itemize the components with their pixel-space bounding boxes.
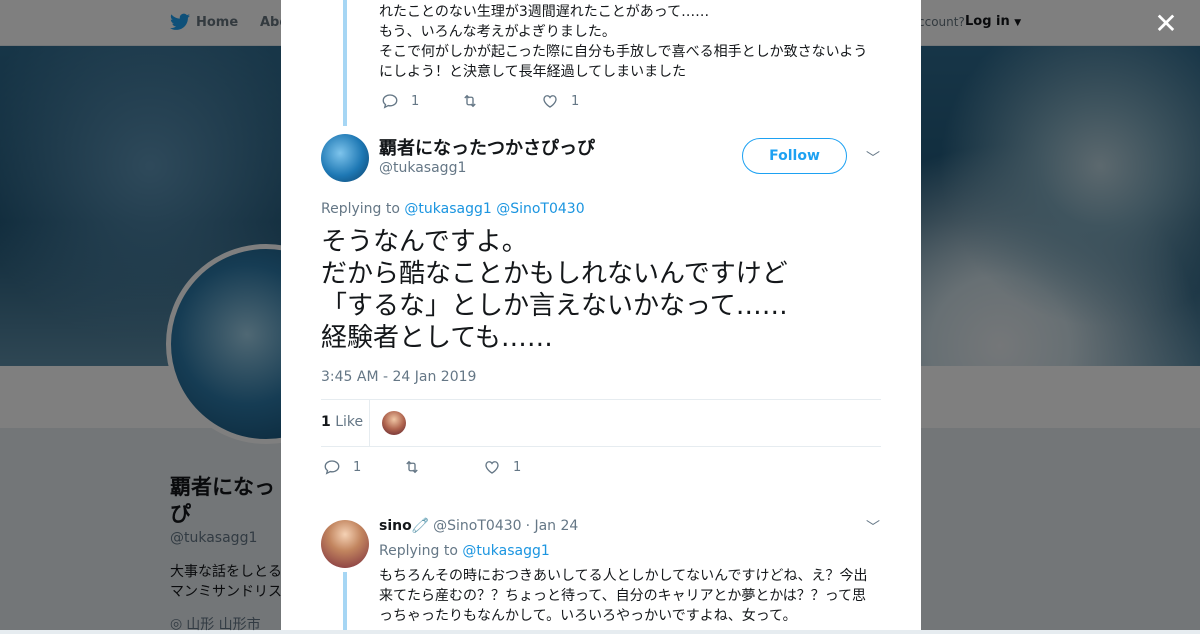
reply-replying-to-label: Replying to bbox=[379, 543, 458, 559]
chevron-down-icon[interactable]: ﹀ bbox=[866, 517, 880, 537]
like-button[interactable]: 1 bbox=[483, 458, 563, 476]
safety-pin-icon: 🧷 bbox=[411, 518, 430, 534]
tweet-author-handle[interactable]: @tukasagg1 bbox=[379, 160, 466, 176]
heart-icon bbox=[485, 461, 499, 474]
thread-line bbox=[343, 572, 347, 630]
replying-to-user[interactable]: @tukasagg1 bbox=[404, 201, 491, 217]
thread-line bbox=[343, 0, 347, 126]
reply-author-avatar[interactable] bbox=[321, 520, 369, 568]
reply-replying-to: Replying to @tukasagg1 bbox=[379, 543, 550, 559]
tweet-modal: れたことのない生理が3週間遅れたことがあって…… もう、いろんな考えがよぎりまし… bbox=[281, 0, 921, 630]
tweet-text: そうなんですよ。 だから酷なことかもしれないんですけど 「するな」としか言えない… bbox=[321, 227, 788, 353]
reply-button[interactable]: 1 bbox=[381, 92, 461, 110]
tweet-author-avatar[interactable] bbox=[321, 134, 369, 182]
reply-count: 1 bbox=[411, 93, 420, 109]
replying-to-user[interactable]: @SinoT0430 bbox=[496, 201, 584, 217]
retweet-icon bbox=[464, 94, 476, 108]
stats-divider bbox=[369, 400, 370, 446]
retweet-button[interactable] bbox=[403, 458, 483, 476]
reply-icon bbox=[324, 460, 340, 475]
tweet-timestamp[interactable]: 3:45 AM - 24 Jan 2019 bbox=[321, 369, 476, 385]
retweet-button[interactable] bbox=[461, 92, 541, 110]
reply-text: もちろんその時におつきあいしてる人としかしてないんですけどね、え？今出来てたら産… bbox=[379, 568, 868, 624]
replying-to-user[interactable]: @tukasagg1 bbox=[462, 543, 549, 559]
replying-to-label: Replying to bbox=[321, 201, 400, 217]
reply-separator bbox=[281, 494, 921, 504]
like-count: 1 bbox=[571, 93, 580, 109]
likes-stat[interactable]: 1 Like bbox=[321, 414, 363, 430]
like-button[interactable]: 1 bbox=[541, 92, 621, 110]
tweet-stats: 1 Like bbox=[321, 399, 881, 447]
tweet-author-name[interactable]: 覇者になったつかさぴっぴ bbox=[379, 134, 595, 160]
reply-author-name-text: sino bbox=[379, 518, 412, 534]
follow-button[interactable]: Follow bbox=[742, 138, 847, 174]
reply-author-handle[interactable]: @SinoT0430 bbox=[433, 518, 521, 534]
reply-count: 1 bbox=[353, 459, 362, 475]
previous-tweet-text: れたことのない生理が3週間遅れたことがあって…… もう、いろんな考えがよぎりまし… bbox=[379, 4, 868, 80]
tweet-actions: 1 1 bbox=[323, 458, 563, 476]
close-icon[interactable]: ✕ bbox=[1152, 10, 1180, 38]
reply-icon bbox=[382, 94, 398, 109]
heart-icon bbox=[543, 95, 557, 108]
reply-author-name[interactable]: sino🧷 bbox=[379, 518, 429, 534]
previous-tweet-actions: 1 1 bbox=[381, 92, 621, 110]
likes-stat-label: Like bbox=[335, 414, 364, 430]
liker-avatar[interactable] bbox=[382, 411, 406, 435]
reply-button[interactable]: 1 bbox=[323, 458, 403, 476]
likes-stat-count: 1 bbox=[321, 414, 331, 430]
replying-to: Replying to @tukasagg1 @SinoT0430 bbox=[321, 201, 585, 217]
chevron-down-icon[interactable]: ﹀ bbox=[866, 148, 880, 168]
reply-header: sino🧷 @SinoT0430 · Jan 24 bbox=[379, 518, 578, 534]
like-count: 1 bbox=[513, 459, 522, 475]
retweet-icon bbox=[406, 460, 418, 474]
reply-date[interactable]: · Jan 24 bbox=[526, 518, 579, 534]
